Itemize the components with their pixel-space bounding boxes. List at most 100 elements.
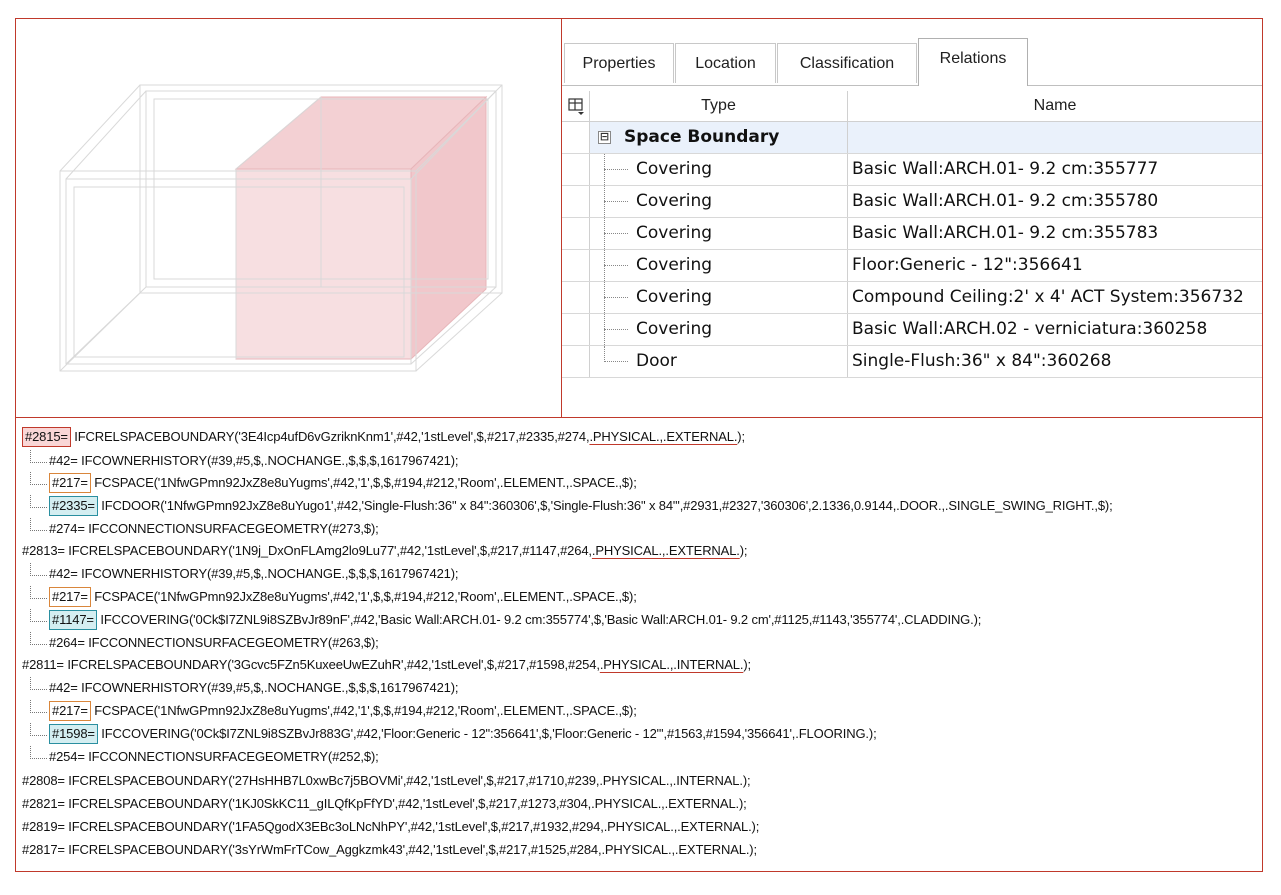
code-line: #217= FCSPACE('1NfwGPmn92JxZ8e8uYugms',#… bbox=[30, 586, 637, 608]
name-cell: Single-Flush:36" x 84":360268 bbox=[852, 351, 1112, 371]
code-underlined: .PHYSICAL.,.INTERNAL. bbox=[599, 657, 744, 672]
code-text: #2811= IFCRELSPACEBOUNDARY('3Gcvc5FZn5Ku… bbox=[22, 657, 600, 672]
grid-header: Type Name bbox=[562, 91, 1262, 122]
code-text: IFCCOVERING('0Ck$I7ZNL9i8SZBvJr89nF',#42… bbox=[96, 612, 982, 627]
tree-branch-icon bbox=[30, 563, 47, 576]
code-line: #1147= IFCCOVERING('0Ck$I7ZNL9i8SZBvJr89… bbox=[30, 609, 981, 631]
code-text: #264= IFCCONNECTIONSURFACEGEOMETRY(#263,… bbox=[49, 635, 379, 650]
highlight-front-face bbox=[235, 168, 412, 360]
name-cell: Basic Wall:ARCH.01- 9.2 cm:355780 bbox=[852, 191, 1159, 211]
type-cell: Door bbox=[590, 346, 848, 377]
code-line: #42= IFCOWNERHISTORY(#39,#5,$,.NOCHANGE.… bbox=[30, 450, 459, 472]
table-row[interactable]: Door Single-Flush:36" x 84":360268 bbox=[562, 346, 1262, 378]
tree-branch-icon bbox=[30, 609, 47, 622]
tree-branch-icon bbox=[30, 723, 47, 736]
type-cell: Covering bbox=[590, 282, 848, 313]
top-frame: Properties Location Classification Relat… bbox=[15, 18, 1263, 418]
code-line: #274= IFCCONNECTIONSURFACEGEOMETRY(#273,… bbox=[30, 518, 379, 540]
code-text: FCSPACE('1NfwGPmn92JxZ8e8uYugms',#42,'1'… bbox=[90, 703, 637, 718]
code-text: IFCDOOR('1NfwGPmn92JxZ8e8uYugo1',#42,'Si… bbox=[97, 498, 1113, 513]
tab-relations[interactable]: Relations bbox=[918, 38, 1028, 86]
3d-viewport[interactable] bbox=[16, 19, 562, 417]
group-cell: ⊟ Space Boundary bbox=[590, 122, 848, 153]
type-cell: Covering bbox=[590, 154, 848, 185]
code-text: #42= IFCOWNERHISTORY(#39,#5,$,.NOCHANGE.… bbox=[49, 566, 459, 581]
table-row[interactable]: Covering Basic Wall:ARCH.01- 9.2 cm:3557… bbox=[562, 154, 1262, 186]
ifc-code-listing: #2815= IFCRELSPACEBOUNDARY('3E4Icp4ufD6v… bbox=[15, 418, 1263, 872]
code-line: #254= IFCCONNECTIONSURFACEGEOMETRY(#252,… bbox=[30, 746, 379, 768]
row-selector[interactable] bbox=[562, 346, 590, 377]
code-line: #42= IFCOWNERHISTORY(#39,#5,$,.NOCHANGE.… bbox=[30, 677, 459, 699]
type-value: Covering bbox=[636, 159, 713, 179]
name-cell: Basic Wall:ARCH.01- 9.2 cm:355783 bbox=[852, 223, 1159, 243]
code-text: ); bbox=[739, 543, 748, 558]
code-line: #2813= IFCRELSPACEBOUNDARY('1N9j_DxOnFLA… bbox=[22, 540, 748, 562]
code-text: FCSPACE('1NfwGPmn92JxZ8e8uYugms',#42,'1'… bbox=[90, 589, 637, 604]
group-row-space-boundary[interactable]: ⊟ Space Boundary bbox=[562, 122, 1262, 154]
row-selector[interactable] bbox=[562, 186, 590, 217]
type-value: Covering bbox=[636, 255, 713, 275]
tree-branch-icon bbox=[30, 518, 47, 531]
code-line: #2817= IFCRELSPACEBOUNDARY('3sYrWmFrTCow… bbox=[22, 842, 757, 857]
collapse-toggle-icon[interactable]: ⊟ bbox=[598, 131, 611, 144]
tab-properties[interactable]: Properties bbox=[564, 43, 674, 83]
code-line: #217= FCSPACE('1NfwGPmn92JxZ8e8uYugms',#… bbox=[30, 472, 637, 494]
code-text: IFCRELSPACEBOUNDARY('3E4Icp4ufD6vGzriknK… bbox=[70, 429, 590, 444]
row-selector[interactable] bbox=[562, 122, 590, 153]
code-text: #42= IFCOWNERHISTORY(#39,#5,$,.NOCHANGE.… bbox=[49, 453, 459, 468]
column-header-name[interactable]: Name bbox=[848, 91, 1262, 121]
type-cell: Covering bbox=[590, 218, 848, 249]
code-line: #2811= IFCRELSPACEBOUNDARY('3Gcvc5FZn5Ku… bbox=[22, 654, 751, 676]
name-cell: Basic Wall:ARCH.02 - verniciatura:360258 bbox=[852, 319, 1208, 339]
tab-classification[interactable]: Classification bbox=[777, 43, 917, 83]
entity-ref-highlight: #217= bbox=[49, 473, 91, 493]
code-underlined: .PHYSICAL.,.EXTERNAL. bbox=[591, 543, 740, 558]
type-cell: Covering bbox=[590, 314, 848, 345]
code-text: #274= IFCCONNECTIONSURFACEGEOMETRY(#273,… bbox=[49, 521, 379, 536]
table-row[interactable]: Covering Basic Wall:ARCH.02 - verniciatu… bbox=[562, 314, 1262, 346]
tree-branch-icon bbox=[30, 472, 47, 485]
name-cell: Basic Wall:ARCH.01- 9.2 cm:355777 bbox=[852, 159, 1159, 179]
code-line: #2815= IFCRELSPACEBOUNDARY('3E4Icp4ufD6v… bbox=[22, 426, 745, 448]
entity-ref-highlight: #217= bbox=[49, 587, 91, 607]
code-line: #2821= IFCRELSPACEBOUNDARY('1KJ0SkKC11_g… bbox=[22, 796, 747, 811]
code-text: FCSPACE('1NfwGPmn92JxZ8e8uYugms',#42,'1'… bbox=[90, 475, 637, 490]
code-text: ); bbox=[743, 657, 751, 672]
table-row[interactable]: Covering Basic Wall:ARCH.01- 9.2 cm:3557… bbox=[562, 186, 1262, 218]
row-selector[interactable] bbox=[562, 250, 590, 281]
table-row[interactable]: Covering Basic Wall:ARCH.01- 9.2 cm:3557… bbox=[562, 218, 1262, 250]
tree-branch-icon bbox=[30, 746, 47, 759]
column-chooser-icon[interactable] bbox=[562, 91, 590, 121]
row-selector[interactable] bbox=[562, 154, 590, 185]
table-row[interactable]: Covering Compound Ceiling:2' x 4' ACT Sy… bbox=[562, 282, 1262, 314]
tab-location[interactable]: Location bbox=[675, 43, 776, 83]
tab-bar: Properties Location Classification Relat… bbox=[562, 38, 1262, 86]
tree-branch-icon bbox=[30, 677, 47, 690]
entity-ref-highlight: #1147= bbox=[49, 610, 97, 630]
type-value: Door bbox=[636, 351, 677, 371]
column-header-type[interactable]: Type bbox=[590, 91, 848, 121]
table-row[interactable]: Covering Floor:Generic - 12":356641 bbox=[562, 250, 1262, 282]
type-value: Covering bbox=[636, 287, 713, 307]
code-underlined: .PHYSICAL.,.EXTERNAL. bbox=[589, 429, 738, 444]
tree-branch-icon bbox=[30, 632, 47, 645]
entity-ref-highlight: #2335= bbox=[49, 496, 98, 516]
code-line: #2819= IFCRELSPACEBOUNDARY('1FA5QgodX3EB… bbox=[22, 819, 760, 834]
code-text: #254= IFCCONNECTIONSURFACEGEOMETRY(#252,… bbox=[49, 749, 379, 764]
row-selector[interactable] bbox=[562, 282, 590, 313]
properties-panel: Properties Location Classification Relat… bbox=[562, 19, 1262, 417]
name-cell: Compound Ceiling:2' x 4' ACT System:3567… bbox=[852, 287, 1244, 307]
code-line: #264= IFCCONNECTIONSURFACEGEOMETRY(#263,… bbox=[30, 632, 379, 654]
row-selector[interactable] bbox=[562, 314, 590, 345]
entity-ref-highlight: #217= bbox=[49, 701, 91, 721]
code-line: #2335= IFCDOOR('1NfwGPmn92JxZ8e8uYugo1',… bbox=[30, 495, 1113, 517]
tree-branch-icon bbox=[30, 700, 47, 713]
code-line: #1598= IFCCOVERING('0Ck$I7ZNL9i8SZBvJr88… bbox=[30, 723, 877, 745]
tree-branch-icon bbox=[30, 586, 47, 599]
name-cell: Floor:Generic - 12":356641 bbox=[852, 255, 1083, 275]
space-wireframe-model bbox=[59, 84, 503, 372]
tree-branch-icon bbox=[30, 450, 47, 463]
row-selector[interactable] bbox=[562, 218, 590, 249]
code-line: #42= IFCOWNERHISTORY(#39,#5,$,.NOCHANGE.… bbox=[30, 563, 459, 585]
type-value: Covering bbox=[636, 191, 713, 211]
